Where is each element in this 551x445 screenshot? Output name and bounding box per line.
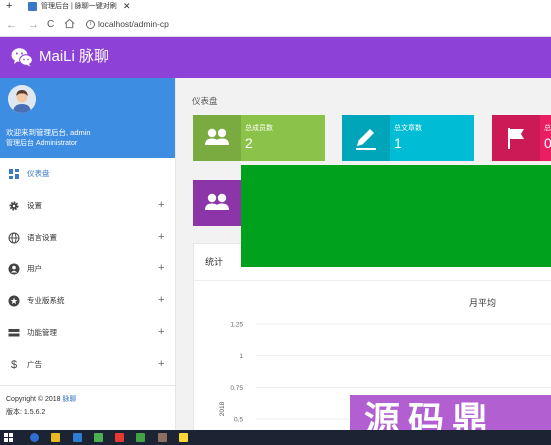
sidebar-divider [0, 385, 175, 386]
copyright-text: Copyright © 2018 [6, 396, 61, 403]
sidebar-item-label: 功能管理 [27, 327, 57, 337]
pencil-icon [342, 115, 390, 161]
tab-close-button[interactable]: ✕ [123, 1, 131, 12]
taskbar-app-icon[interactable] [136, 433, 145, 442]
tab-title[interactable]: 管理后台 | 脉聊一键对刷 [41, 2, 117, 11]
chart-title: 月平均 [469, 298, 497, 308]
taskbar-folder-icon[interactable] [51, 433, 60, 442]
browser-tab-bar: + 管理后台 | 脉聊一键对刷 ✕ [0, 0, 551, 14]
main-content: 仪表盘 总成员数 2 总文章数 1 总 0 统计 1.25 1 0.75 0.5 201… [176, 78, 551, 430]
forward-button[interactable]: → [28, 18, 39, 32]
url-field[interactable]: localhost/admin-cp [98, 19, 169, 30]
table-icon [8, 328, 20, 337]
sidebar-item-label: 用户 [27, 264, 42, 274]
users-icon [205, 193, 229, 210]
page-title: 仪表盘 [192, 96, 218, 106]
sidebar-item-label: 专业版系统 [27, 296, 65, 306]
globe-icon [8, 232, 20, 244]
avatar[interactable] [8, 85, 36, 113]
expand-icon[interactable]: + [158, 261, 164, 275]
taskbar-app-icon[interactable] [73, 433, 82, 442]
y-tick-label: 1 [239, 353, 243, 360]
sidebar-item-users[interactable]: 用户 + [0, 253, 175, 285]
overlay-panel [241, 165, 551, 267]
expand-icon[interactable]: + [158, 357, 164, 371]
wechat-icon [11, 48, 33, 67]
taskbar-app-icon[interactable] [179, 433, 188, 442]
expand-icon[interactable]: + [158, 325, 164, 339]
user-icon [8, 263, 20, 275]
windows-start-icon[interactable] [4, 433, 13, 442]
stat-label: 总 [544, 125, 551, 132]
sidebar-item-pro-system[interactable]: 专业版系统 + [0, 285, 175, 317]
copyright: Copyright © 2018 脉聊 [6, 395, 77, 404]
stat-card-articles[interactable]: 总文章数 1 [342, 115, 474, 161]
stat-value: 2 [245, 135, 253, 151]
star-icon [8, 295, 20, 307]
new-tab-button[interactable]: + [6, 0, 12, 13]
site-info-icon[interactable]: i [86, 20, 95, 29]
sidebar-item-label: 设置 [27, 200, 42, 210]
stat-card-third[interactable]: 总 0 [492, 115, 551, 161]
taskbar-app-icon[interactable] [115, 433, 124, 442]
brand-title[interactable]: MaiLi 脉聊 [39, 47, 109, 67]
sidebar-item-features[interactable]: 功能管理 + [0, 317, 175, 349]
os-taskbar [0, 430, 551, 445]
taskbar-app-icon[interactable] [94, 433, 103, 442]
dollar-icon: $ [10, 358, 18, 371]
address-bar: ← → C i localhost/admin-cp [0, 14, 551, 37]
sidebar-item-ads[interactable]: $ 广告 + [0, 349, 175, 381]
sidebar: 欢迎来到管理后台, admin 管理后台 Administrator 仪表盘 设… [0, 78, 176, 430]
sidebar-item-label: 广告 [27, 359, 42, 369]
flag-icon [492, 115, 540, 161]
app-header: MaiLi 脉聊 [0, 37, 551, 78]
y-tick-label: 0.75 [230, 385, 243, 392]
sidebar-item-dashboard[interactable]: 仪表盘 [0, 158, 175, 190]
stat-label: 总成员数 [245, 125, 273, 132]
welcome-text: 欢迎来到管理后台, admin [6, 128, 91, 137]
sidebar-item-settings[interactable]: 设置 + [0, 190, 175, 222]
expand-icon[interactable]: + [158, 230, 164, 244]
user-profile-panel: 欢迎来到管理后台, admin 管理后台 Administrator [0, 78, 175, 158]
tab-favicon-icon [28, 2, 37, 11]
expand-icon[interactable]: + [158, 293, 164, 307]
stat-card-row2[interactable] [193, 180, 241, 226]
y-axis-label: 2018 [219, 401, 226, 416]
home-icon[interactable] [64, 18, 75, 33]
reload-button[interactable]: C [47, 18, 54, 32]
taskbar-app-icon[interactable] [30, 433, 39, 442]
copyright-link[interactable]: 脉聊 [63, 396, 77, 403]
stat-value: 1 [394, 135, 402, 151]
back-button[interactable]: ← [6, 18, 17, 32]
y-tick-label: 1.25 [230, 322, 243, 329]
role-text: 管理后台 Administrator [6, 140, 78, 147]
expand-icon[interactable]: + [158, 198, 164, 212]
taskbar-app-icon[interactable] [158, 433, 167, 442]
sidebar-item-language[interactable]: 语言设置 + [0, 222, 175, 254]
users-icon [193, 115, 241, 161]
version-text: 版本: 1.5.6.2 [6, 409, 46, 416]
stat-value: 0 [544, 135, 551, 151]
stat-card-members[interactable]: 总成员数 2 [193, 115, 325, 161]
gear-icon [9, 201, 19, 211]
sidebar-item-label: 语言设置 [27, 232, 57, 242]
sidebar-menu: 仪表盘 设置 + 语言设置 + 用户 + 专业版系统 + 功能管理 + $ 广告… [0, 158, 175, 381]
y-tick-label: 0.5 [234, 417, 243, 424]
stat-label: 总文章数 [394, 125, 422, 132]
dashboard-icon [9, 169, 19, 179]
sidebar-item-label: 仪表盘 [27, 169, 50, 178]
